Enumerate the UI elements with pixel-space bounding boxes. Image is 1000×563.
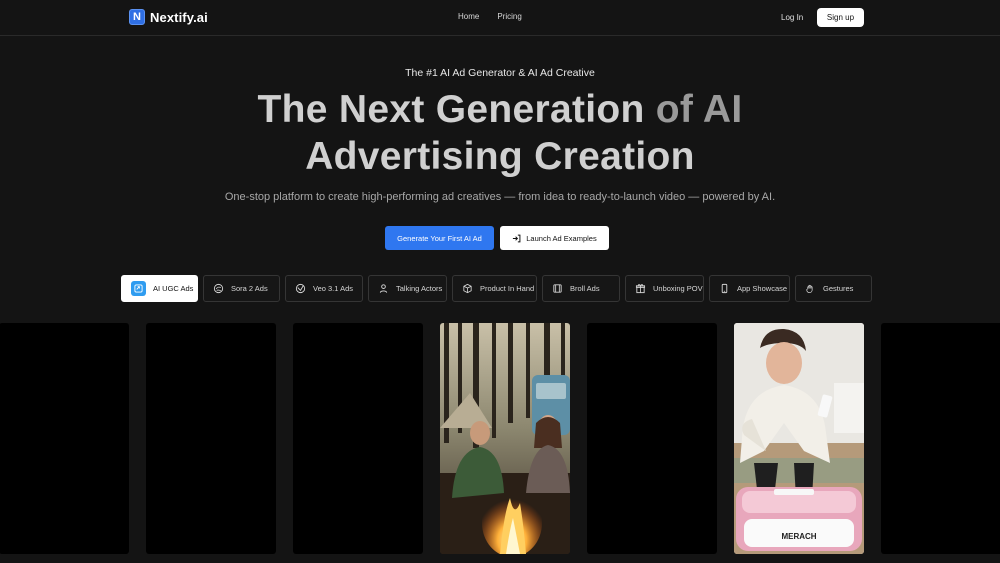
gift-icon: [635, 284, 646, 294]
tab-sora-2-ads[interactable]: Sora 2 Ads: [203, 275, 280, 302]
tab-veo-31-ads[interactable]: Veo 3.1 Ads: [285, 275, 363, 302]
nav-link-home[interactable]: Home: [458, 12, 479, 21]
brand-name: Nextify.ai: [150, 9, 208, 25]
ad-example-card-blank[interactable]: [0, 323, 129, 554]
tab-unboxing-pov[interactable]: Unboxing POV: [625, 275, 704, 302]
film-icon: [553, 284, 562, 293]
launch-examples-label: Launch Ad Examples: [526, 233, 597, 243]
tab-label: Gestures: [823, 284, 854, 293]
hero-eyebrow: The #1 AI Ad Generator & AI Ad Creative: [405, 67, 595, 79]
ad-example-card-blank[interactable]: [587, 323, 717, 554]
tab-label: Product In Hand: [480, 284, 535, 293]
logo-icon: N: [129, 9, 145, 25]
headline-part-2: of AI: [655, 88, 743, 131]
product-brand-text: MERACH: [781, 532, 816, 541]
tab-gestures[interactable]: Gestures: [795, 275, 872, 302]
tab-label: Unboxing POV: [653, 284, 703, 293]
top-nav: N Nextify.ai Home Pricing Log In Sign up: [0, 0, 1000, 36]
ad-example-card-fitness[interactable]: MERACH: [734, 323, 864, 554]
hero-subline: One-stop platform to create high-perform…: [224, 191, 776, 203]
nav-link-pricing[interactable]: Pricing: [497, 12, 521, 21]
box-icon: [463, 283, 472, 294]
campfire-video-thumbnail: [440, 323, 570, 554]
ad-example-card-blank[interactable]: [146, 323, 276, 554]
hand-icon: [806, 284, 813, 293]
tab-product-in-hand[interactable]: Product In Hand: [452, 275, 537, 302]
tab-app-showcase[interactable]: App Showcase: [709, 275, 790, 302]
hero-headline: The Next Generation of AI Advertising Cr…: [0, 86, 1000, 180]
phone-icon: [721, 283, 728, 294]
headline-part-3: Advertising Creation: [305, 135, 695, 178]
tab-label: Talking Actors: [396, 284, 443, 293]
ad-example-card-blank[interactable]: [293, 323, 423, 554]
veo-icon: [295, 283, 306, 294]
signup-button[interactable]: Sign up: [817, 8, 864, 27]
ad-example-card-campfire[interactable]: [440, 323, 570, 554]
headline-part-1: The Next Generation: [257, 88, 656, 131]
tab-label: Sora 2 Ads: [231, 284, 268, 293]
nav-links: Home Pricing: [458, 12, 522, 21]
generate-first-ad-button[interactable]: Generate Your First AI Ad: [385, 226, 494, 250]
tab-label: Veo 3.1 Ads: [313, 284, 354, 293]
sora-icon: [213, 283, 224, 294]
ad-example-card-blank[interactable]: [881, 323, 1000, 554]
tab-ai-ugc-ads[interactable]: AI UGC Ads: [121, 275, 198, 302]
fitness-video-thumbnail: MERACH: [734, 323, 864, 554]
login-link[interactable]: Log In: [781, 13, 803, 22]
brand-logo[interactable]: N Nextify.ai: [129, 9, 208, 25]
person-icon: [379, 284, 388, 293]
login-arrow-icon: [513, 234, 521, 242]
tab-talking-actors[interactable]: Talking Actors: [368, 275, 447, 302]
tab-label: App Showcase: [737, 284, 788, 293]
tab-label: AI UGC Ads: [153, 284, 194, 293]
tab-broll-ads[interactable]: Broll Ads: [542, 275, 620, 302]
launch-examples-button[interactable]: Launch Ad Examples: [500, 226, 609, 250]
ugc-icon: [131, 281, 146, 296]
tab-label: Broll Ads: [570, 284, 600, 293]
